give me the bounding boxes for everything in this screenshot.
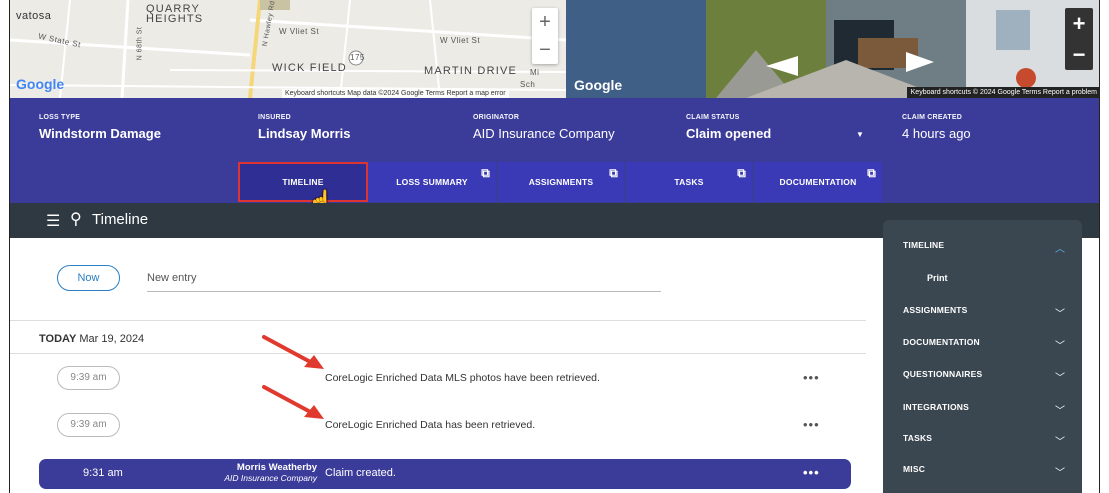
- tab-label: TASKS: [674, 177, 704, 187]
- street-view[interactable]: Google + − Keyboard shortcuts © 2024 Goo…: [566, 0, 1099, 98]
- map-zoom-out-button[interactable]: −: [532, 36, 558, 64]
- tab-loss-summary[interactable]: LOSS SUMMARY ⧉: [368, 162, 496, 202]
- timeline-entry-text: CoreLogic Enriched Data has been retriev…: [325, 419, 536, 431]
- app-frame: vatosa QUARRY HEIGHTS W State St W Vliet…: [9, 0, 1100, 493]
- tab-label: TIMELINE: [282, 177, 324, 187]
- loss-type-field: LOSS TYPE Windstorm Damage: [39, 114, 161, 141]
- loss-type-value: Windstorm Damage: [39, 126, 161, 141]
- entry-time: 9:39 am: [57, 366, 120, 390]
- claim-status-label: CLAIM STATUS: [686, 114, 740, 121]
- panel-item-misc[interactable]: MISC: [903, 464, 925, 474]
- author-name: Morris Weatherby: [236, 462, 317, 473]
- map-zoom-in-button[interactable]: +: [532, 8, 558, 36]
- timeline-entry-claim-created[interactable]: 9:31 am Morris Weatherby AID Insurance C…: [39, 459, 851, 489]
- entry-time: 9:39 am: [57, 413, 120, 437]
- loss-type-label: LOSS TYPE: [39, 114, 81, 121]
- date-header: TODAY Mar 19, 2024: [39, 333, 144, 345]
- panel-item-print[interactable]: Print: [927, 273, 948, 283]
- tab-label: LOSS SUMMARY: [396, 177, 468, 187]
- google-logo: Google: [574, 77, 623, 93]
- chevron-down-icon[interactable]: ﹀: [1055, 337, 1065, 352]
- map-zoom-control: + −: [532, 8, 558, 64]
- panel-item-questionnaires[interactable]: QUESTIONNAIRES: [903, 369, 982, 379]
- google-logo: Google: [16, 76, 65, 92]
- status-dropdown-icon[interactable]: ▼: [856, 130, 864, 139]
- divider: [10, 353, 866, 354]
- panel-item-assignments[interactable]: ASSIGNMENTS: [903, 305, 968, 315]
- section-nav-panel: TIMELINE ︿ Print ASSIGNMENTS ﹀ DOCUMENTA…: [883, 220, 1082, 493]
- map-label: WICK FIELD: [272, 62, 347, 74]
- today-date: Mar 19, 2024: [79, 333, 145, 345]
- external-link-icon: ⧉: [867, 166, 876, 180]
- new-entry-input[interactable]: New entry: [147, 272, 661, 292]
- panel-item-integrations[interactable]: INTEGRATIONS: [903, 402, 969, 412]
- timeline-entry-text: Claim created.: [325, 467, 396, 479]
- street-view-image: [566, 0, 1099, 98]
- originator-label: ORIGINATOR: [473, 114, 520, 121]
- tab-timeline[interactable]: TIMELINE: [238, 162, 368, 202]
- map-label: W Vliet St: [279, 27, 320, 36]
- panel-item-tasks[interactable]: TASKS: [903, 433, 932, 443]
- chevron-down-icon[interactable]: ﹀: [1055, 464, 1065, 479]
- claim-status-value[interactable]: Claim opened: [686, 126, 771, 141]
- panel-item-documentation[interactable]: DOCUMENTATION: [903, 337, 980, 347]
- annotation-arrow: [262, 385, 324, 419]
- panel-item-timeline[interactable]: TIMELINE: [903, 240, 944, 250]
- chevron-down-icon[interactable]: ﹀: [1055, 369, 1065, 384]
- entry-time: 9:31 am: [83, 467, 123, 479]
- external-link-icon: ⧉: [609, 166, 618, 180]
- map-label: Sch: [520, 80, 536, 89]
- insured-field: INSURED Lindsay Morris: [258, 114, 350, 141]
- location-imagery: vatosa QUARRY HEIGHTS W State St W Vliet…: [10, 0, 1099, 98]
- timeline-entry-text: CoreLogic Enriched Data MLS photos have …: [325, 372, 600, 384]
- search-icon[interactable]: ⚲: [70, 209, 82, 229]
- more-icon[interactable]: •••: [803, 417, 820, 432]
- external-link-icon: ⧉: [737, 166, 746, 180]
- chevron-down-icon[interactable]: ﹀: [1055, 305, 1065, 320]
- originator-value: AID Insurance Company: [473, 126, 615, 141]
- chevron-up-icon[interactable]: ︿: [1055, 240, 1065, 255]
- tab-label: DOCUMENTATION: [779, 177, 857, 187]
- claim-status-field[interactable]: CLAIM STATUS Claim opened: [686, 114, 771, 141]
- entry-author: Morris Weatherby AID Insurance Company: [189, 462, 317, 483]
- tab-assignments[interactable]: ASSIGNMENTS ⧉: [498, 162, 624, 202]
- chevron-down-icon[interactable]: ﹀: [1055, 433, 1065, 448]
- insured-label: INSURED: [258, 114, 291, 121]
- now-button[interactable]: Now: [57, 265, 120, 291]
- divider: [10, 320, 866, 321]
- section-title: Timeline: [92, 211, 149, 228]
- today-label: TODAY: [39, 333, 77, 345]
- claim-created-label: CLAIM CREATED: [902, 114, 963, 121]
- external-link-icon: ⧉: [481, 166, 490, 180]
- tab-documentation[interactable]: DOCUMENTATION ⧉: [754, 162, 882, 202]
- streetview-footer[interactable]: Keyboard shortcuts © 2024 Google Terms R…: [906, 87, 1099, 98]
- filter-icon[interactable]: ☰: [46, 211, 60, 231]
- map-label: N 68th St: [136, 26, 144, 61]
- originator-field: ORIGINATOR AID Insurance Company: [473, 114, 615, 141]
- map-label: W Vliet St: [440, 36, 481, 45]
- map-label: MARTIN DRIVE: [424, 65, 518, 77]
- streetview-zoom-control: + −: [1065, 8, 1093, 70]
- map-label: vatosa: [16, 10, 52, 22]
- author-company: AID Insurance Company: [224, 473, 317, 483]
- route-shield: 175: [350, 53, 365, 62]
- map-view[interactable]: vatosa QUARRY HEIGHTS W State St W Vliet…: [10, 0, 566, 98]
- map-label: Mi: [530, 68, 540, 77]
- map-roads: [10, 0, 566, 98]
- claim-created-field: CLAIM CREATED 4 hours ago: [902, 114, 971, 141]
- more-icon[interactable]: •••: [803, 465, 820, 480]
- map-label: HEIGHTS: [146, 13, 204, 25]
- tab-label: ASSIGNMENTS: [528, 177, 594, 187]
- insured-value: Lindsay Morris: [258, 126, 351, 141]
- annotation-arrow: [262, 335, 324, 369]
- map-footer[interactable]: Keyboard shortcuts Map data ©2024 Google…: [282, 89, 509, 98]
- chevron-down-icon[interactable]: ﹀: [1055, 402, 1065, 417]
- streetview-zoom-out-button[interactable]: −: [1065, 39, 1093, 70]
- tab-tasks[interactable]: TASKS ⧉: [626, 162, 752, 202]
- claim-created-value: 4 hours ago: [902, 126, 971, 141]
- more-icon[interactable]: •••: [803, 370, 820, 385]
- streetview-zoom-in-button[interactable]: +: [1065, 8, 1093, 39]
